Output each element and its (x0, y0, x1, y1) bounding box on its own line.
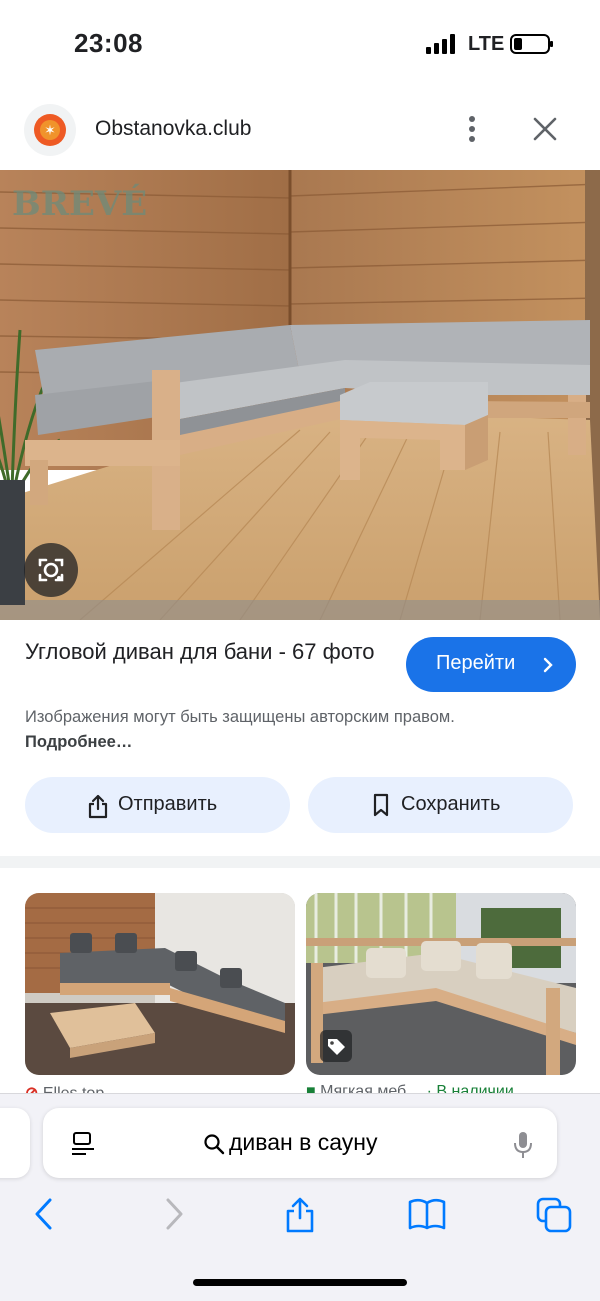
related-thumbnail[interactable] (25, 893, 295, 1075)
site-header: ✶ Obstanovka.club (0, 100, 600, 170)
forward-icon[interactable] (162, 1196, 186, 1232)
share-icon (88, 794, 108, 819)
save-label: Сохранить (401, 793, 501, 815)
mic-icon[interactable] (513, 1130, 533, 1160)
bookmark-icon (373, 793, 389, 817)
home-indicator (193, 1279, 407, 1286)
copyright-text: Изображения могут быть защищены авторски… (25, 708, 455, 726)
share-label: Отправить (118, 793, 218, 815)
tag-icon (320, 1030, 352, 1062)
bookmarks-icon[interactable] (407, 1196, 447, 1232)
back-icon[interactable] (32, 1196, 56, 1232)
tabs-icon[interactable] (535, 1196, 573, 1234)
carrier-label: LTE (468, 33, 505, 55)
more-icon[interactable] (456, 112, 488, 146)
section-divider (0, 856, 600, 868)
more-link[interactable]: Подробнее… (25, 733, 132, 751)
visit-label: Перейти (436, 652, 516, 674)
favicon-icon[interactable]: ✶ (24, 104, 76, 156)
visit-button[interactable]: Перейти (406, 637, 576, 692)
status-bar: 23:08 LTE (0, 0, 600, 90)
close-icon[interactable] (528, 112, 562, 146)
reader-icon[interactable] (70, 1131, 96, 1157)
watermark-logo: BREVÉ (12, 183, 147, 224)
lens-icon[interactable] (24, 543, 78, 597)
address-bar[interactable]: диван в сауну (43, 1108, 557, 1178)
save-button[interactable]: Сохранить (308, 777, 573, 833)
main-image[interactable]: BREVÉ (0, 170, 600, 620)
copyright-notice: Изображения могут быть защищены авторски… (25, 705, 485, 755)
chevron-right-icon (543, 657, 553, 673)
share-toolbar-icon[interactable] (284, 1196, 316, 1234)
battery-icon (510, 34, 553, 54)
signal-icon (426, 34, 455, 54)
site-name[interactable]: Obstanovka.club (95, 117, 251, 141)
previous-tab-preview[interactable] (0, 1108, 30, 1178)
svg-text:✶: ✶ (44, 123, 56, 139)
search-icon (204, 1134, 225, 1155)
share-button[interactable]: Отправить (25, 777, 290, 833)
result-title: Угловой диван для бани - 67 фото (25, 639, 375, 664)
search-query[interactable]: диван в сауну (229, 1129, 377, 1156)
status-time: 23:08 (74, 28, 143, 58)
